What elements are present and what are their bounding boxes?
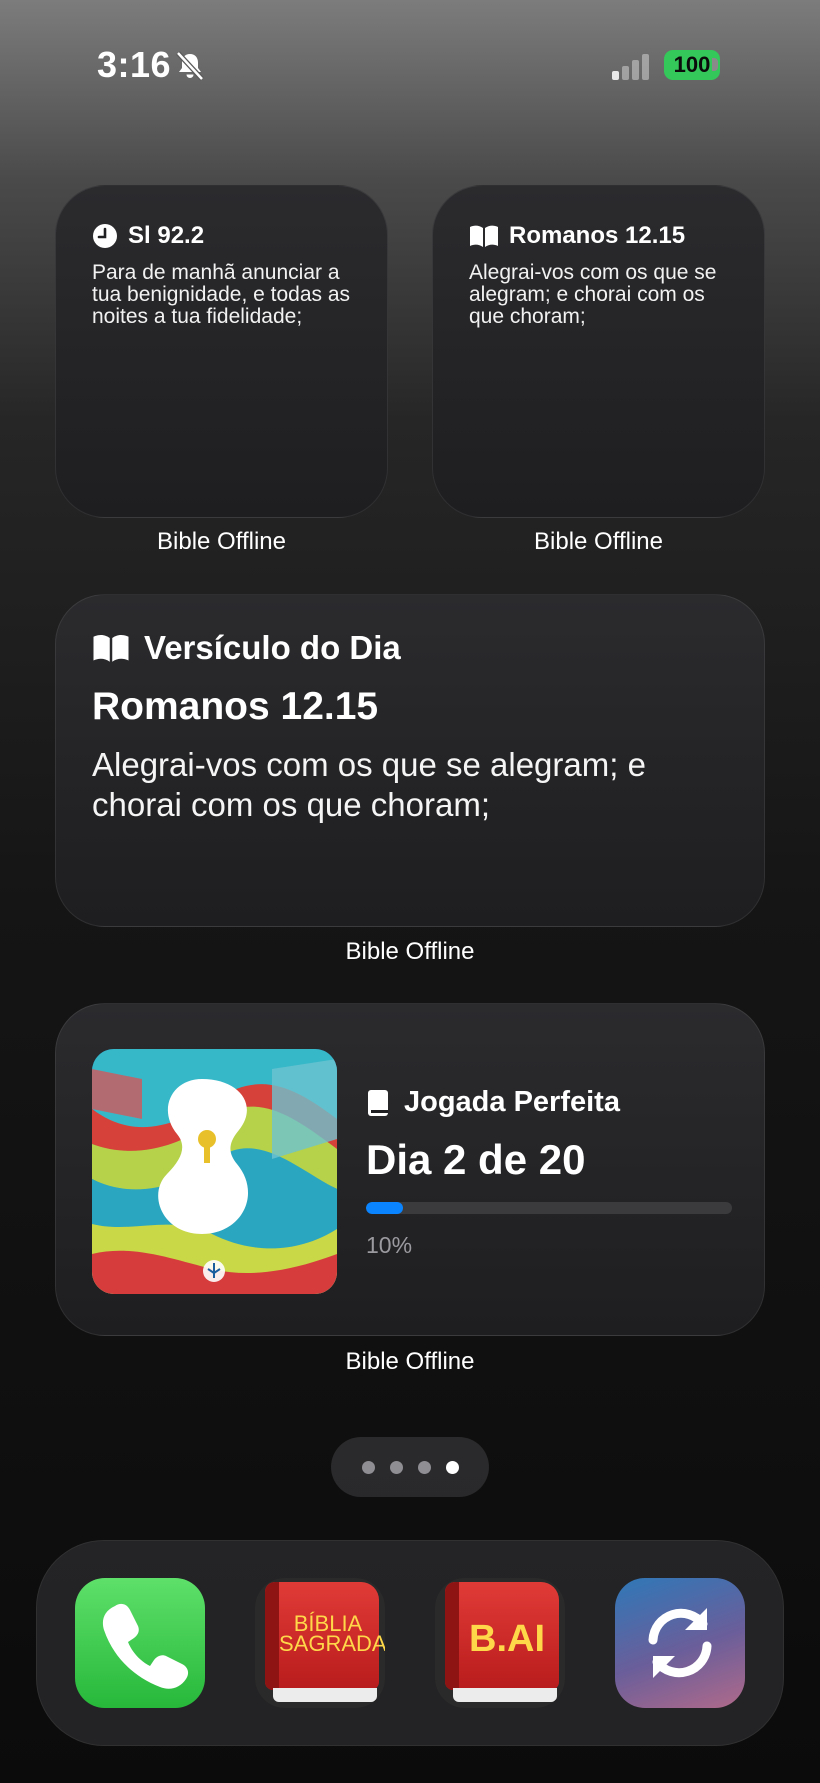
- reading-plan-widget[interactable]: Jogada Perfeita Dia 2 de 20 10%: [55, 1003, 765, 1336]
- open-book-icon: [470, 225, 498, 247]
- status-time: 3:16: [97, 44, 172, 85]
- sync-icon: [648, 1608, 712, 1678]
- plan-progress-bar: [366, 1202, 732, 1214]
- verse-reference: Sl 92.2: [128, 222, 205, 249]
- verse-reference: Romanos 12.15: [509, 222, 686, 249]
- page-indicator[interactable]: [331, 1437, 489, 1497]
- clock-icon: [93, 224, 117, 248]
- widget-app-label: Bible Offline: [534, 528, 663, 555]
- b-ai-app-icon[interactable]: B.AI: [435, 1578, 565, 1708]
- page-dot[interactable]: [417, 1460, 431, 1474]
- app-icon-text: B.AI: [469, 1618, 545, 1660]
- bell-muted-icon: [176, 51, 204, 81]
- widget-title: Versículo do Dia: [144, 629, 401, 666]
- plan-title: Jogada Perfeita: [404, 1086, 620, 1118]
- verse-text: Alegrai-vos com os que se alegram; e cho…: [469, 261, 717, 328]
- widget-app-label: Bible Offline: [157, 528, 286, 555]
- book-icon: [368, 1089, 388, 1116]
- sync-app-icon[interactable]: [615, 1578, 745, 1708]
- phone-icon: [102, 1603, 189, 1689]
- biblia-sagrada-app-icon[interactable]: BÍBLIA SAGRADA: [255, 1578, 385, 1708]
- plan-cover-image: [92, 1049, 337, 1294]
- book-app-graphic: BÍBLIA SAGRADA: [255, 1578, 385, 1708]
- widget-header: Romanos 12.15: [469, 222, 685, 250]
- plan-progress-percent: 10%: [366, 1232, 413, 1258]
- page-dot[interactable]: [361, 1460, 375, 1474]
- page-dot[interactable]: [445, 1460, 459, 1474]
- battery-tip: [712, 58, 718, 71]
- widget-header: Sl 92.2: [92, 222, 204, 250]
- verse-of-day-widget[interactable]: Versículo do Dia Romanos 12.15 Alegrai-v…: [55, 594, 765, 927]
- plan-progress-fill: [366, 1202, 403, 1214]
- verse-text: Alegrai-vos com os que se alegram; e cho…: [92, 746, 646, 823]
- book-app-graphic: B.AI: [435, 1578, 565, 1708]
- widget-header: Versículo do Dia: [92, 629, 401, 667]
- app-icon-text: BÍBLIA SAGRADA: [279, 1611, 385, 1656]
- open-book-icon: [93, 635, 129, 662]
- verse-widget-small-2[interactable]: Romanos 12.15 Alegrai-vos com os que se …: [432, 185, 765, 518]
- widget-app-label: Bible Offline: [345, 938, 475, 965]
- verse-text: Para de manhã anunciar a tua benignidade…: [92, 261, 351, 328]
- plan-day: Dia 2 de 20: [366, 1136, 586, 1183]
- verse-widget-small-1[interactable]: Sl 92.2 Para de manhã anunciar a tua ben…: [55, 185, 388, 518]
- widget-app-label: Bible Offline: [345, 1348, 475, 1375]
- widget-header: Jogada Perfeita: [366, 1086, 620, 1119]
- page-dot[interactable]: [389, 1460, 403, 1474]
- signal-icon: [612, 52, 652, 80]
- phone-app-icon[interactable]: [75, 1578, 205, 1708]
- verse-reference: Romanos 12.15: [92, 685, 379, 728]
